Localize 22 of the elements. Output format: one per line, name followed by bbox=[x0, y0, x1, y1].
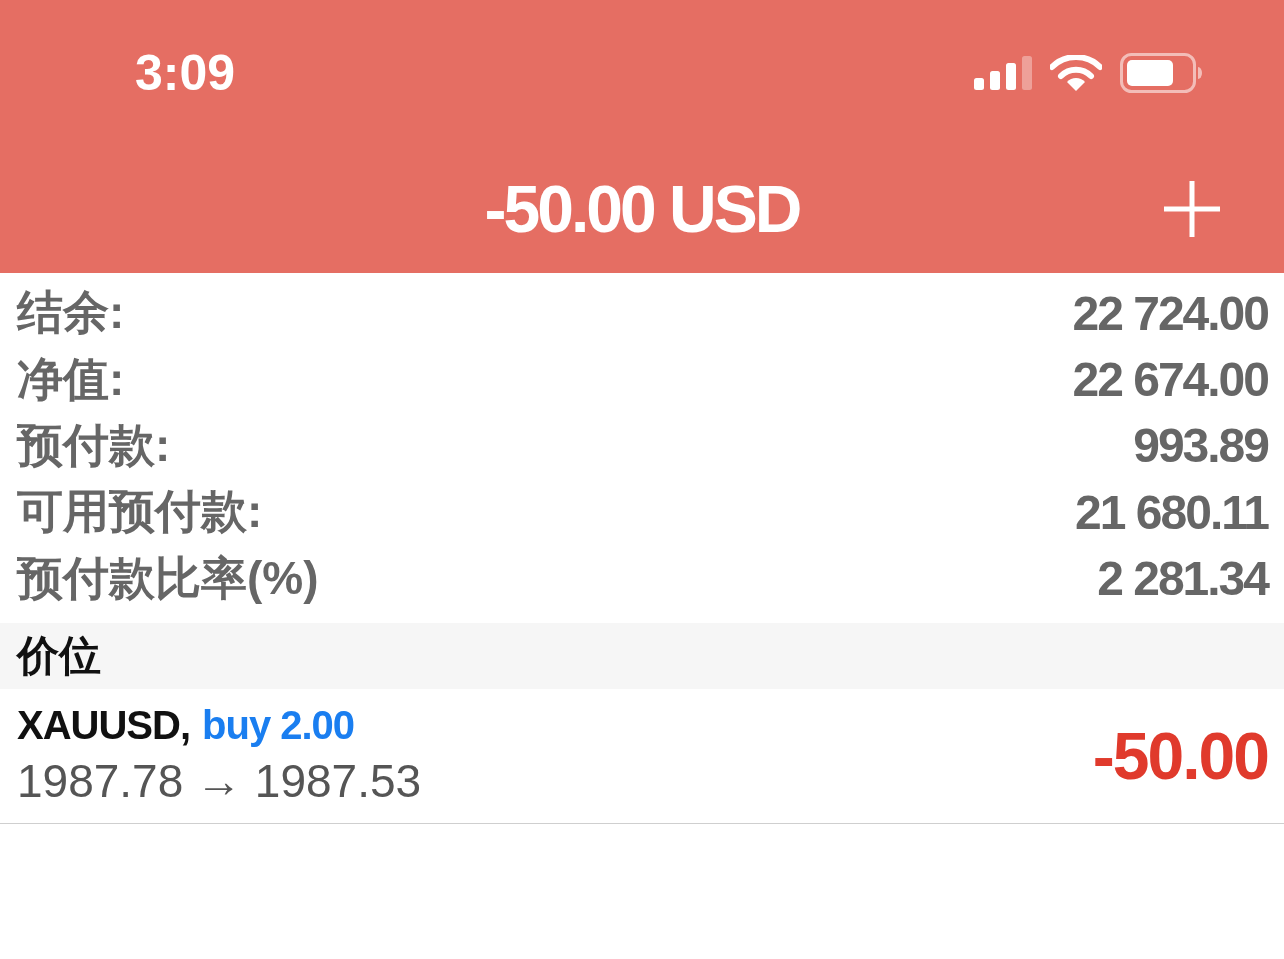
plus-icon bbox=[1164, 181, 1220, 237]
field-label: 结余: bbox=[17, 285, 125, 341]
signal-icon bbox=[974, 55, 1032, 90]
battery-icon bbox=[1120, 52, 1202, 93]
position-symbol: XAUUSD, bbox=[17, 703, 191, 749]
section-header: 价位 bbox=[0, 622, 1284, 689]
field-label: 预付款比率(%) bbox=[17, 550, 319, 606]
position-prices: 1987.78 → 1987.53 bbox=[17, 754, 422, 809]
field-value: 993.89 bbox=[1133, 418, 1268, 474]
field-label: 可用预付款: bbox=[17, 484, 263, 540]
field-value: 21 680.11 bbox=[1075, 484, 1268, 540]
field-value: 2 281.34 bbox=[1097, 551, 1268, 607]
add-button[interactable] bbox=[1164, 181, 1220, 237]
field-value: 22 674.00 bbox=[1072, 352, 1268, 408]
wifi-icon bbox=[1050, 54, 1102, 91]
position-direction: buy 2.00 bbox=[202, 703, 355, 749]
field-label: 预付款: bbox=[17, 417, 171, 473]
field-value: 22 724.00 bbox=[1072, 285, 1268, 341]
header-title: -50.00 USD bbox=[484, 171, 800, 247]
status-time: 3:09 bbox=[135, 43, 236, 102]
position-profit: -50.00 bbox=[1092, 717, 1268, 794]
field-label: 净值: bbox=[17, 351, 125, 407]
